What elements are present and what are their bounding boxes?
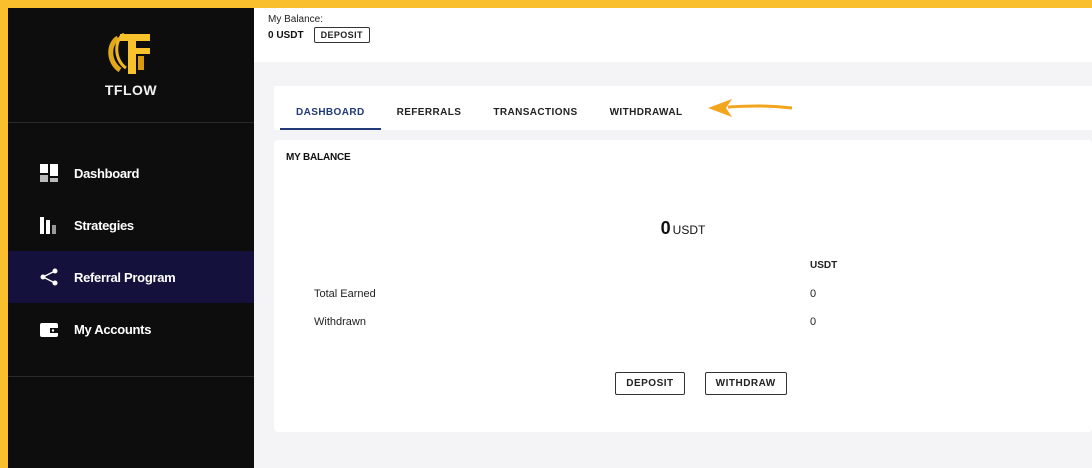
withdrawn-value: 0: [810, 316, 817, 328]
column-header-usdt: USDT: [810, 260, 838, 271]
share-icon: [38, 266, 60, 288]
sidebar-item-label: Strategies: [74, 217, 134, 233]
tab-referrals[interactable]: REFERRALS: [381, 107, 478, 130]
sidebar-item-my-accounts[interactable]: My Accounts: [8, 303, 254, 355]
main-content: My Balance: 0 USDT DEPOSIT DASHBOARD REF…: [254, 8, 1092, 468]
withdrawn-label: Withdrawn: [314, 316, 366, 328]
tab-withdrawal[interactable]: WITHDRAWAL: [594, 107, 699, 130]
sidebar: TFLOW Dashboard Strategies Referral Prog…: [8, 8, 254, 468]
tflow-logo-icon: [108, 32, 150, 74]
my-balance-card: MY BALANCE 0 USDT USDT Total Earned 0 Wit…: [274, 140, 1092, 432]
total-earned-value: 0: [810, 288, 817, 300]
total-earned-label: Total Earned: [314, 288, 376, 300]
balance-label: My Balance:: [268, 14, 324, 25]
dashboard-icon: [38, 162, 60, 184]
balance-value: 0 USDT: [268, 29, 304, 41]
sidebar-item-label: My Accounts: [74, 321, 152, 337]
brand-name: TFLOW: [104, 82, 158, 98]
table-row: Withdrawn 0: [314, 308, 874, 336]
sidebar-item-label: Dashboard: [74, 165, 140, 181]
sidebar-item-strategies[interactable]: Strategies: [8, 199, 254, 251]
balance-number: 0: [660, 218, 671, 238]
table-row: Total Earned 0: [314, 280, 874, 308]
balance-amount: 0 USDT: [274, 218, 1092, 239]
card-actions: DEPOSIT WITHDRAW: [274, 372, 1092, 395]
sidebar-nav: Dashboard Strategies Referral Program My…: [8, 123, 254, 377]
annotation-arrow-icon: [708, 99, 792, 117]
withdraw-button[interactable]: WITHDRAW: [704, 372, 787, 395]
balance-unit: USDT: [672, 223, 706, 237]
bar-chart-icon: [38, 214, 60, 236]
logo[interactable]: TFLOW: [8, 8, 254, 123]
sidebar-item-referral-program[interactable]: Referral Program: [8, 251, 254, 303]
app-window: TFLOW Dashboard Strategies Referral Prog…: [8, 8, 1092, 468]
header-deposit-button[interactable]: DEPOSIT: [313, 27, 370, 43]
tabs-bar: DASHBOARD REFERRALS TRANSACTIONS WITHDRA…: [274, 86, 1092, 130]
sidebar-item-dashboard[interactable]: Dashboard: [8, 147, 254, 199]
sidebar-item-label: Referral Program: [74, 269, 176, 285]
balance-table: USDT Total Earned 0 Withdrawn 0: [314, 260, 874, 336]
card-title: MY BALANCE: [286, 152, 351, 163]
deposit-button[interactable]: DEPOSIT: [615, 372, 685, 395]
wallet-icon: [38, 318, 60, 340]
balance-header: My Balance: 0 USDT DEPOSIT: [254, 8, 1092, 62]
tab-transactions[interactable]: TRANSACTIONS: [477, 107, 593, 130]
tab-dashboard[interactable]: DASHBOARD: [280, 107, 381, 130]
